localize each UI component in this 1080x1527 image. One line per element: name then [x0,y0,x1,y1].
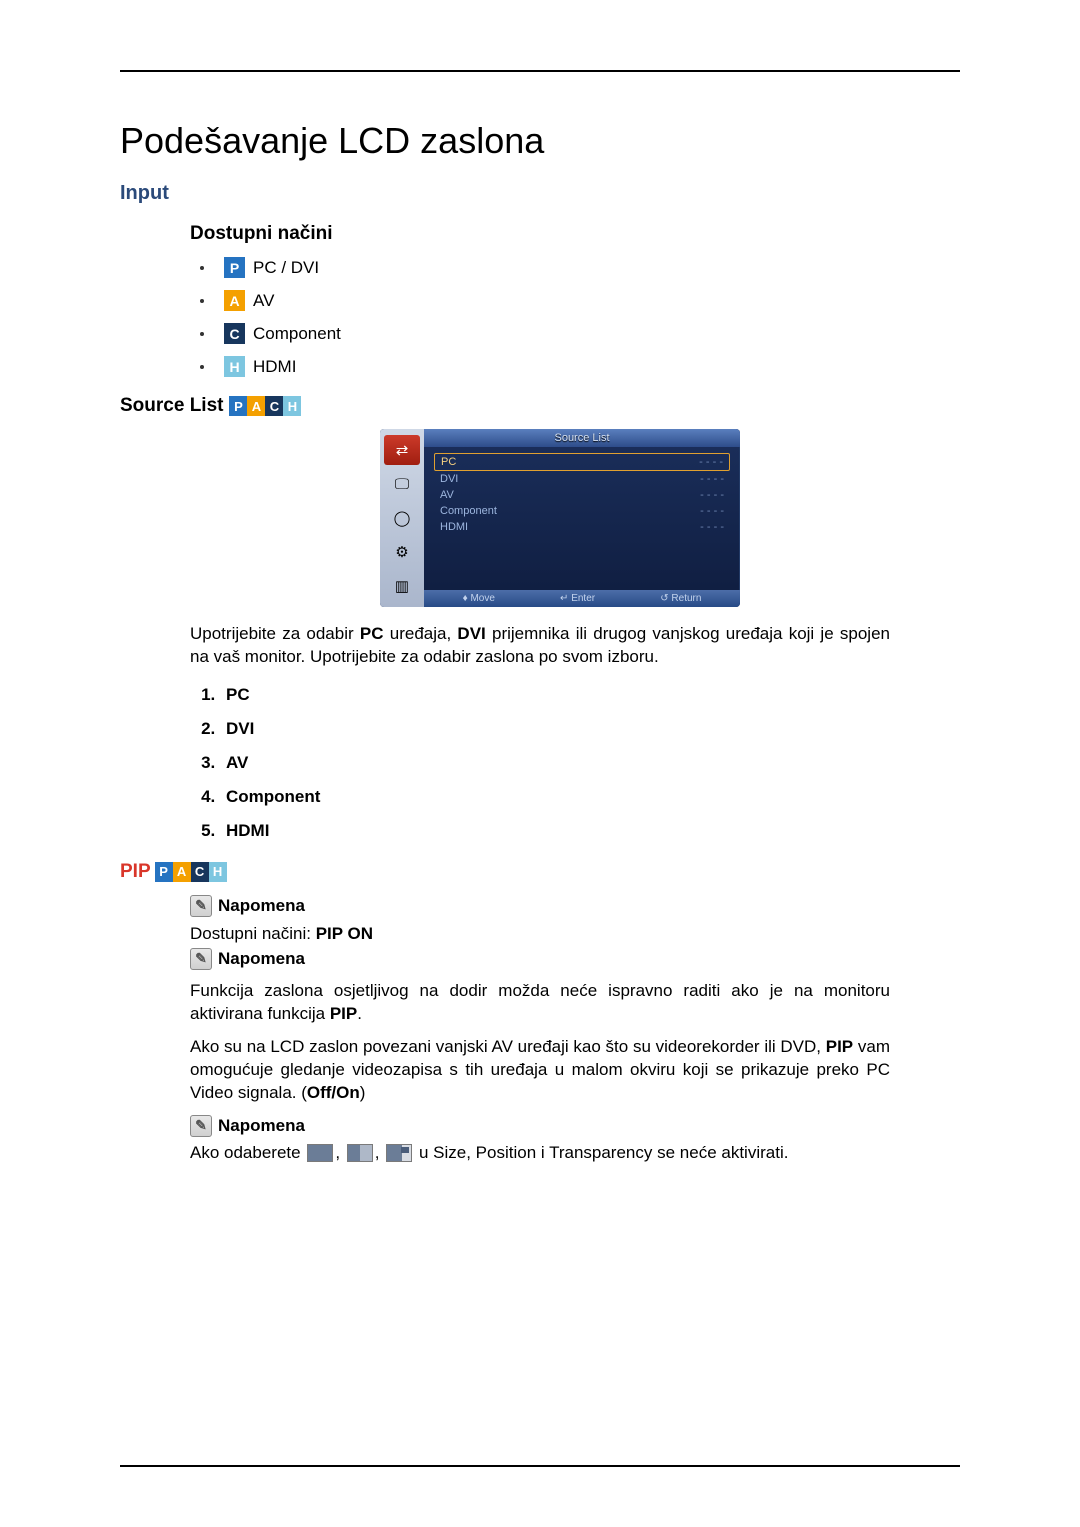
mode-label: HDMI [253,357,296,377]
osd-row-val: - - - - [700,473,724,485]
tag-p-icon: P [229,396,247,416]
top-rule [120,70,960,72]
mode-label: PC / DVI [253,258,319,278]
osd-sidebar: ⇄ 🖵 ◯ ⚙ ▥ [380,429,424,607]
mode-item-component: C Component [200,323,980,344]
note-icon: ✎ [190,948,212,970]
tag-row: P A C H [155,862,227,882]
layout-half-icon [347,1144,373,1162]
osd-body: PC - - - - DVI - - - - AV - - - - Compon… [424,447,740,590]
page-title: Podešavanje LCD zaslona [120,120,980,162]
mode-label: Component [253,324,341,344]
tag-a-icon: A [224,290,245,311]
osd-sound-icon: ◯ [384,503,420,533]
tag-c-icon: C [265,396,283,416]
note-row: ✎ Napomena [190,895,980,917]
bottom-rule [120,1465,960,1467]
pip-label: PIP [120,861,151,883]
osd-multi-icon: ▥ [384,571,420,601]
osd-picture-icon: 🖵 [384,469,420,499]
source-list-heading: Source List P A C H [120,395,980,417]
tag-row: P A C H [229,396,301,416]
osd-move-hint: ♦ Move [463,593,495,604]
osd-row-name: PC [441,456,456,468]
section-input-heading: Input [120,182,980,205]
note-label: Napomena [218,949,305,969]
bullet-icon [200,266,204,270]
osd-row-dvi: DVI - - - - [434,471,730,487]
note-icon: ✎ [190,895,212,917]
size-position-line: Ako odaberete , , u Size, Position i Tra… [190,1143,890,1163]
list-item: AV [220,753,980,773]
mode-label: AV [253,291,274,311]
tag-h-icon: H [224,356,245,377]
osd-row-component: Component - - - - [434,503,730,519]
tag-c-icon: C [224,323,245,344]
osd-row-val: - - - - [699,456,723,468]
note-row: ✎ Napomena [190,948,980,970]
pip-heading: PIP P A C H [120,861,980,883]
tag-h-icon: H [283,396,301,416]
layout-pip-icon [386,1144,412,1162]
osd-row-av: AV - - - - [434,487,730,503]
mode-item-av: A AV [200,290,980,311]
mode-item-hdmi: H HDMI [200,356,980,377]
bullet-icon [200,299,204,303]
list-item: PC [220,685,980,705]
tag-p-icon: P [155,862,173,882]
note-row: ✎ Napomena [190,1115,980,1137]
osd-row-val: - - - - [700,505,724,517]
osd-input-icon: ⇄ [384,435,420,465]
tag-a-icon: A [173,862,191,882]
pip-warning: Funkcija zaslona osjetljivog na dodir mo… [190,980,890,1026]
list-item: HDMI [220,821,980,841]
osd-screenshot: ⇄ 🖵 ◯ ⚙ ▥ Source List PC - - - - DVI - -… [380,429,980,607]
pip-modes-line: Dostupni načini: PIP ON [190,923,890,946]
osd-row-hdmi: HDMI - - - - [434,519,730,535]
tag-a-icon: A [247,396,265,416]
osd-title: Source List [424,429,740,447]
numbered-source-list: PC DVI AV Component HDMI [220,685,980,841]
osd-return-hint: ↺ Return [660,593,701,604]
modes-heading: Dostupni načini [190,223,980,245]
tag-c-icon: C [191,862,209,882]
osd-row-name: DVI [440,473,458,485]
osd-setup-icon: ⚙ [384,537,420,567]
osd-row-val: - - - - [700,489,724,501]
osd-row-name: AV [440,489,454,501]
osd-row-pc: PC - - - - [434,453,730,471]
pip-description: Ako su na LCD zaslon povezani vanjski AV… [190,1036,890,1105]
note-icon: ✎ [190,1115,212,1137]
layout-full-icon [307,1144,333,1162]
note-label: Napomena [218,896,305,916]
bullet-icon [200,365,204,369]
osd-row-name: Component [440,505,497,517]
osd-row-val: - - - - [700,521,724,533]
modes-list: P PC / DVI A AV C Component H HDMI [200,257,980,377]
bullet-icon [200,332,204,336]
source-description: Upotrijebite za odabir PC uređaja, DVI p… [190,623,890,669]
mode-item-pc: P PC / DVI [200,257,980,278]
source-list-label: Source List [120,395,223,417]
tag-p-icon: P [224,257,245,278]
list-item: Component [220,787,980,807]
note-label: Napomena [218,1116,305,1136]
osd-footer: ♦ Move ↵ Enter ↺ Return [424,590,740,607]
list-item: DVI [220,719,980,739]
osd-enter-hint: ↵ Enter [560,593,595,604]
tag-h-icon: H [209,862,227,882]
osd-row-name: HDMI [440,521,468,533]
